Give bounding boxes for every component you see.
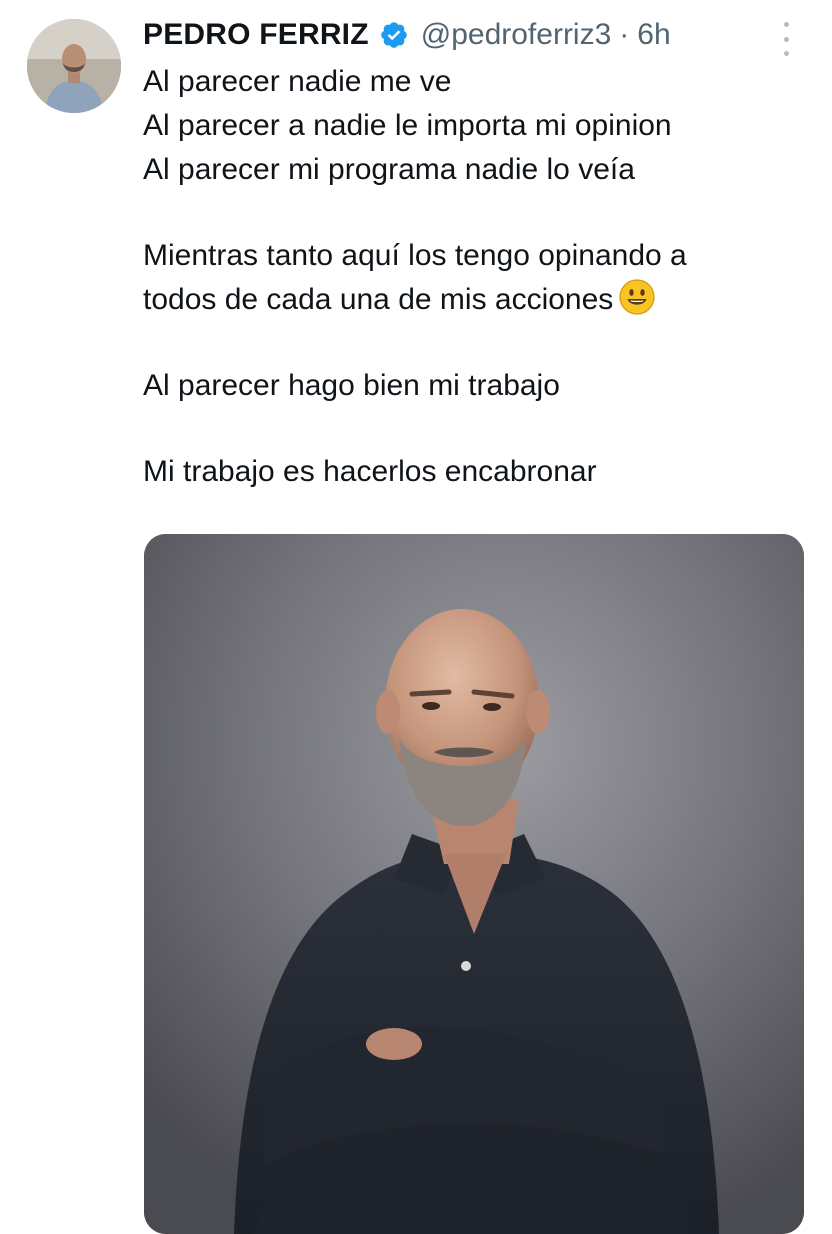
tweet-text-line: Al parecer nadie me ve <box>143 65 452 98</box>
timestamp[interactable]: 6h <box>637 18 670 52</box>
tweet-text-line: Al parecer hago bien mi trabajo <box>143 369 560 402</box>
tweet-text-line: Mi trabajo es hacerlos encabronar <box>143 455 597 488</box>
smiling-face-emoji <box>619 279 655 315</box>
author-handle[interactable]: @pedroferriz3 <box>421 18 612 52</box>
author-name[interactable]: PEDRO FERRIZ <box>143 18 369 52</box>
verified-badge-icon <box>379 20 409 50</box>
more-options-icon[interactable] <box>776 22 796 56</box>
tweet-media-photo[interactable] <box>144 534 804 1234</box>
tweet-text-line: todos de cada una de mis acciones <box>143 283 614 316</box>
tweet-text-line: Al parecer mi programa nadie lo veía <box>143 153 635 186</box>
tweet[interactable]: PEDRO FERRIZ @pedroferriz3 · 6h Al parec… <box>0 0 832 1234</box>
tweet-text: Al parecer nadie me ve Al parecer a nadi… <box>143 60 813 494</box>
tweet-text-line: Mientras tanto aquí los tengo opinando a <box>143 239 687 272</box>
separator-dot: · <box>619 18 630 51</box>
tweet-text-line-with-emoji: todos de cada una de mis acciones <box>143 278 813 322</box>
tweet-header: PEDRO FERRIZ @pedroferriz3 · 6h <box>143 14 671 56</box>
tweet-text-line: Al parecer a nadie le importa mi opinion <box>143 109 672 142</box>
avatar[interactable] <box>27 19 121 113</box>
